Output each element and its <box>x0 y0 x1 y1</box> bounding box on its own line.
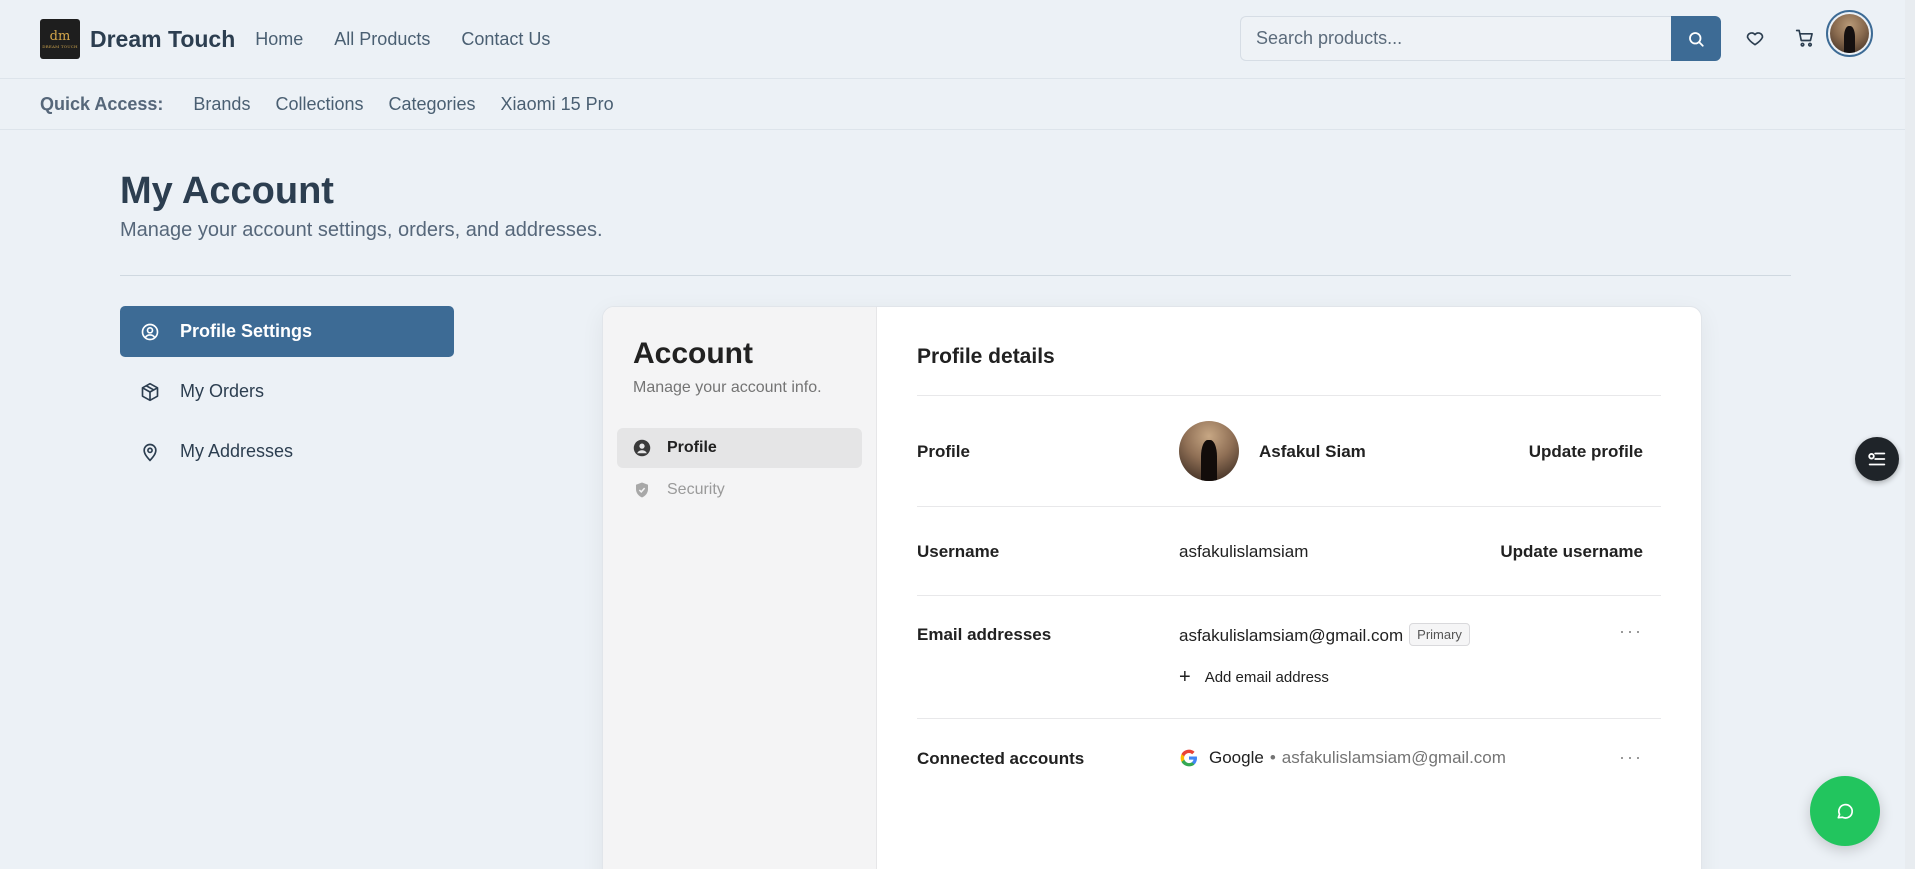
nav-home[interactable]: Home <box>255 29 303 50</box>
sidenav-label: Profile Settings <box>180 321 313 341</box>
account-title: Account <box>633 337 753 370</box>
wishlist-button[interactable] <box>1743 26 1767 50</box>
quick-access-label: Quick Access: <box>40 93 164 114</box>
google-email: asfakulislamsiam@gmail.com <box>1281 748 1506 767</box>
page-title: My Account <box>120 170 334 212</box>
logo[interactable]: dm DREAM TOUCH <box>40 19 80 59</box>
package-icon <box>140 382 160 402</box>
search-icon <box>1689 31 1704 47</box>
shield-icon <box>633 481 651 499</box>
sidenav-my-addresses[interactable]: My Addresses <box>120 426 454 477</box>
quick-link-brands[interactable]: Brands <box>193 94 250 115</box>
brand-name[interactable]: Dream Touch <box>90 26 235 53</box>
search-button[interactable] <box>1671 16 1721 61</box>
accessibility-tool-button[interactable] <box>1855 437 1899 481</box>
quick-access-bar: Quick Access: Brands Collections Categor… <box>0 79 1915 130</box>
tab-profile-label: Profile <box>667 439 717 456</box>
cart-button[interactable] <box>1793 26 1817 50</box>
profile-row: Profile Asfakul Siam Update profile <box>917 396 1661 507</box>
cart-icon <box>1795 29 1813 47</box>
page-scrollbar[interactable] <box>1905 0 1915 869</box>
sidenav-label: My Orders <box>180 381 265 401</box>
chat-icon <box>1837 803 1853 819</box>
add-email-button[interactable]: + Add email address <box>1179 666 1329 689</box>
profile-label: Profile <box>917 442 970 461</box>
account-sidenav: Profile Settings My Orders My Addresses <box>120 306 454 486</box>
user-icon <box>633 439 651 457</box>
list-settings-icon <box>1868 452 1886 466</box>
google-icon <box>1180 749 1197 767</box>
account-card: Account Manage your account info. Profil… <box>602 306 1702 869</box>
username-row: Username asfakulislamsiam Update usernam… <box>917 507 1661 596</box>
tab-security[interactable]: Security <box>617 470 862 510</box>
main-nav: Home All Products Contact Us <box>255 29 550 50</box>
nav-all-products[interactable]: All Products <box>334 29 430 50</box>
profile-name: Asfakul Siam <box>1259 442 1366 461</box>
google-provider: Google <box>1209 748 1264 767</box>
email-value: asfakulislamsiam@gmail.com <box>1179 626 1404 645</box>
logo-subtext: DREAM TOUCH <box>42 43 78 49</box>
email-row: Email addresses asfakulislamsiam@gmail.c… <box>917 596 1661 719</box>
username-value: asfakulislamsiam <box>1179 542 1309 561</box>
profile-avatar <box>1179 421 1239 481</box>
search-input[interactable] <box>1240 16 1671 61</box>
username-label: Username <box>917 542 1000 561</box>
page-subtitle: Manage your account settings, orders, an… <box>120 219 603 241</box>
sidenav-label: My Addresses <box>180 441 294 461</box>
account-card-sidebar: Account Manage your account info. Profil… <box>603 307 877 869</box>
search-bar <box>1240 16 1721 61</box>
profile-details-title: Profile details <box>917 345 1661 396</box>
connected-accounts-label: Connected accounts <box>917 749 1085 768</box>
email-more-icon[interactable]: ··· <box>1619 621 1643 642</box>
update-username-button[interactable]: Update username <box>1500 542 1643 562</box>
connected-accounts-row: Connected accounts Google • asfakulislam… <box>917 719 1661 799</box>
account-subtitle: Manage your account info. <box>633 379 822 396</box>
email-value-wrap: asfakulislamsiam@gmail.com Primary <box>1179 623 1470 646</box>
tab-profile[interactable]: Profile <box>617 428 862 468</box>
update-profile-button[interactable]: Update profile <box>1529 442 1643 462</box>
primary-badge: Primary <box>1409 623 1470 646</box>
google-account: Google • asfakulislamsiam@gmail.com <box>1179 748 1506 768</box>
chat-button[interactable] <box>1810 776 1880 846</box>
quick-link-xiaomi-15-pro[interactable]: Xiaomi 15 Pro <box>501 94 614 115</box>
sidenav-my-orders[interactable]: My Orders <box>120 366 454 417</box>
user-avatar-button[interactable] <box>1826 10 1873 57</box>
plus-icon: + <box>1179 666 1191 688</box>
map-pin-icon <box>140 442 160 462</box>
logo-text: dm <box>49 28 71 44</box>
user-circle-icon <box>140 322 160 342</box>
heart-icon <box>1746 32 1764 46</box>
divider <box>120 275 1791 276</box>
add-email-label: Add email address <box>1204 669 1329 686</box>
email-label: Email addresses <box>917 625 1052 644</box>
separator: • <box>1269 748 1276 767</box>
avatar <box>1830 14 1869 53</box>
quick-link-categories[interactable]: Categories <box>389 94 476 115</box>
nav-contact-us[interactable]: Contact Us <box>461 29 550 50</box>
connected-more-icon[interactable]: ··· <box>1619 747 1643 768</box>
profile-details-panel: Profile details Profile Asfakul Siam Upd… <box>877 307 1701 869</box>
tab-security-label: Security <box>667 481 725 498</box>
sidenav-profile-settings[interactable]: Profile Settings <box>120 306 454 357</box>
quick-link-collections[interactable]: Collections <box>275 94 363 115</box>
